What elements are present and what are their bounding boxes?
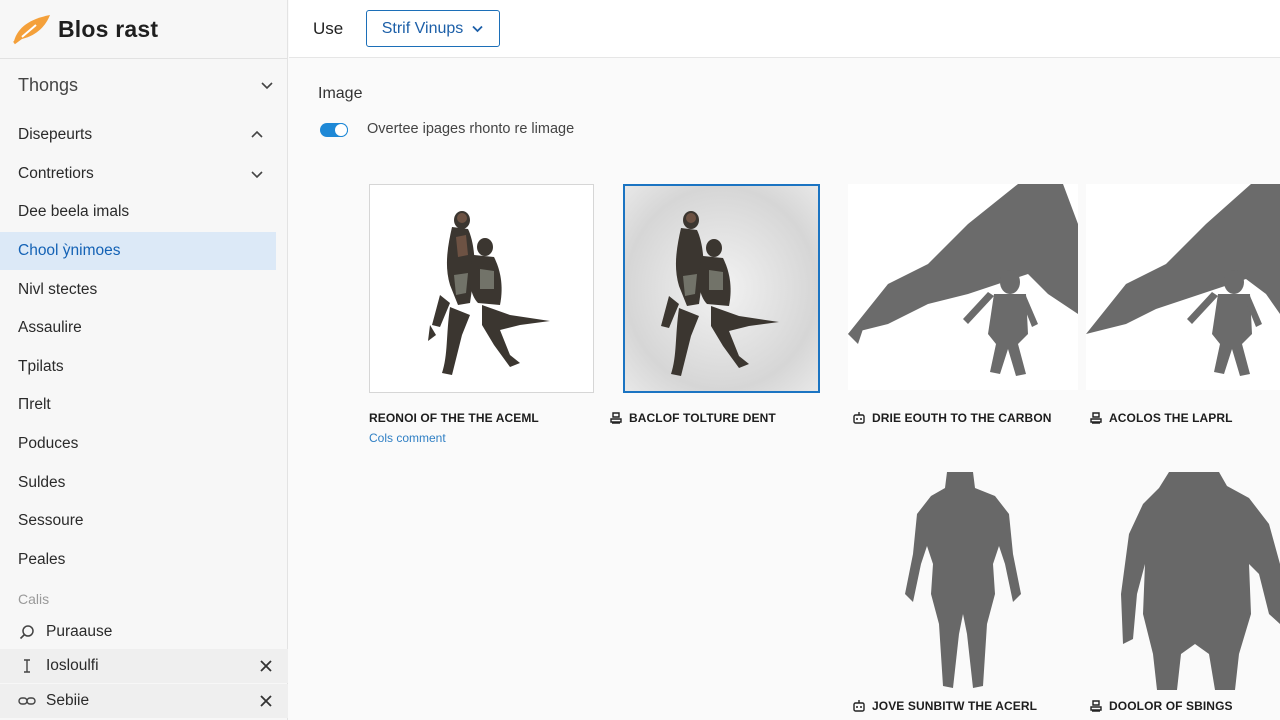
link-icon: [18, 692, 36, 710]
warriors-figure: [428, 211, 550, 375]
sidebar-item[interactable]: Disepeurts: [0, 116, 276, 155]
sidebar-item[interactable]: Peales: [0, 541, 276, 580]
caption-text: DRIE EOUTH TO THE CARBON: [872, 411, 1052, 425]
image-thumbnail[interactable]: [369, 184, 594, 393]
brand[interactable]: Blos rast: [0, 0, 288, 58]
caption-text: REONOI OF THE THE ACEML: [369, 411, 539, 425]
tool-label: Puraause: [46, 623, 113, 640]
sidebar-divider: [0, 58, 288, 59]
sidebar-item-label: Disepeurts: [18, 126, 93, 144]
stamp-icon: [1090, 700, 1102, 712]
card-caption: ACOLOS THE LAPRL: [1089, 411, 1233, 425]
page-title: Image: [318, 85, 363, 102]
tool-label: Iosloulfi: [46, 657, 99, 674]
winged-silhouette: [848, 184, 1078, 376]
sidebar-nav: Disepeurts Contretiors Dee beela imals Choo…: [0, 116, 276, 579]
image-thumbnail-selected[interactable]: [623, 184, 820, 393]
sidebar-item[interactable]: Dee beela imals: [0, 193, 276, 232]
sidebar-item[interactable]: Πrelt: [0, 386, 276, 425]
toggle-label: Overtee ipages rhonto re limage: [367, 121, 575, 137]
chevron-down-icon[interactable]: [250, 167, 264, 181]
stamp-icon: [610, 412, 622, 424]
sidebar-item-label: Nivl stectes: [18, 280, 98, 298]
comment-link[interactable]: Cols comment: [369, 431, 446, 445]
sidebar-item-label: Πrelt: [18, 396, 51, 414]
toggle-knob: [335, 124, 347, 136]
search-icon: [18, 623, 36, 641]
sidebar-item[interactable]: Contretiors: [0, 155, 276, 194]
sidebar-tool-sebiie[interactable]: Sebiie: [0, 684, 288, 718]
sidebar-item-label: Assaulire: [18, 319, 82, 337]
card-caption: REONOI OF THE THE ACEML: [369, 411, 539, 425]
sidebar-tool-puraause[interactable]: Puraause: [0, 615, 288, 649]
sidebar-item[interactable]: Sessoure: [0, 502, 276, 541]
warriors-figure: [661, 211, 779, 376]
app-window: Blos rast Thongs Disepeurts Contretiors De…: [0, 0, 1280, 720]
card-caption: DRIE EOUTH TO THE CARBON: [852, 411, 1052, 425]
image-thumbnail[interactable]: [1086, 184, 1280, 390]
robot-icon: [853, 700, 865, 712]
chevron-up-icon[interactable]: [250, 128, 264, 142]
sidebar-item-label: Tpilats: [18, 357, 64, 375]
sidebar-item-label: Chool ỳnimoes: [18, 242, 121, 260]
sidebar-item-label: Dee beela imals: [18, 203, 130, 221]
sidebar-item-label: Poduces: [18, 435, 79, 453]
caption-text: DOOLOR OF SBINGS: [1109, 699, 1233, 713]
sidebar-tool-iosloulfi[interactable]: Iosloulfi: [0, 649, 288, 683]
sidebar-item-label: Sessoure: [18, 512, 84, 530]
image-thumbnail[interactable]: [848, 184, 1078, 390]
sidebar-item[interactable]: Poduces: [0, 425, 276, 464]
sidebar-group-label: Thongs: [18, 74, 79, 95]
overtee-toggle[interactable]: [320, 123, 348, 137]
sidebar-item[interactable]: Suldes: [0, 463, 276, 502]
use-label: Use: [313, 19, 344, 38]
sidebar-section-label: Calis: [18, 591, 50, 607]
robot-icon: [853, 412, 865, 424]
text-cursor-icon: [18, 657, 36, 675]
sidebar-item-label: Suldes: [18, 473, 66, 491]
feather-logo-icon: [13, 15, 50, 45]
caption-text: ACOLOS THE LAPRL: [1109, 411, 1233, 425]
sidebar-item-label: Peales: [18, 550, 66, 568]
main-panel: Image Overtee ipages rhonto re limage RE…: [289, 59, 1280, 720]
image-thumbnail[interactable]: [1109, 464, 1280, 694]
stamp-icon: [1090, 412, 1102, 424]
close-icon[interactable]: [258, 658, 274, 674]
sidebar-item-label: Contretiors: [18, 164, 94, 182]
winged-silhouette: [1086, 184, 1280, 376]
tool-label: Sebiie: [46, 692, 90, 709]
close-icon[interactable]: [258, 693, 274, 709]
humanoid-silhouette: [1121, 472, 1280, 690]
card-caption: DOOLOR OF SBINGS: [1089, 699, 1233, 713]
style-select-dropdown[interactable]: Strif Vinups: [366, 10, 500, 47]
chevron-down-icon: [261, 82, 273, 90]
humanoid-silhouette: [905, 472, 1021, 688]
caption-text: BACLOF TOLTURE DENT: [629, 411, 776, 425]
brand-name: Blos rast: [58, 15, 159, 42]
chevron-down-icon: [472, 25, 483, 33]
card-caption: JOVE SUNBITW THE ACERL: [852, 699, 1037, 713]
image-thumbnail[interactable]: [883, 464, 1043, 694]
caption-text: JOVE SUNBITW THE ACERL: [872, 699, 1038, 713]
sidebar: Blos rast Thongs Disepeurts Contretiors De…: [0, 0, 288, 720]
top-bar: Use Strif Vinups: [289, 0, 1280, 58]
sidebar-group-header[interactable]: Thongs: [18, 70, 274, 100]
card-caption: BACLOF TOLTURE DENT: [609, 411, 776, 425]
select-value: Strif Vinups: [381, 19, 464, 37]
sidebar-item[interactable]: Chool ỳnimoes: [0, 231, 276, 271]
sidebar-item[interactable]: Nivl stectes: [0, 270, 276, 309]
sidebar-item[interactable]: Tpilats: [0, 348, 276, 387]
sidebar-item[interactable]: Assaulire: [0, 309, 276, 348]
